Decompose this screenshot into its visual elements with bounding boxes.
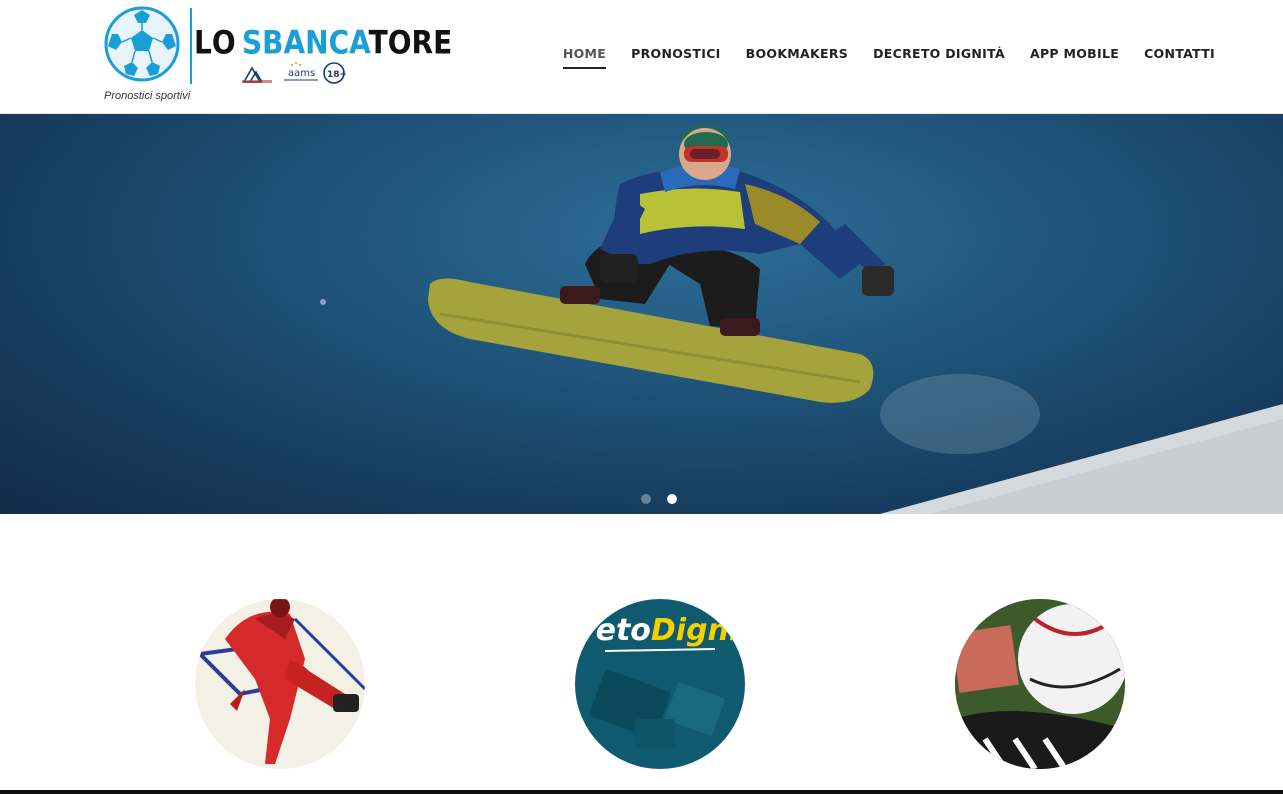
slider-dot-2[interactable] (667, 494, 677, 504)
logo-text-lo: LO (194, 23, 237, 62)
slider-pagination (641, 494, 677, 504)
logo-tagline: Pronostici sportivi (104, 90, 191, 102)
nav-bookmakers[interactable]: BOOKMAKERS (746, 46, 848, 69)
svg-text:aams: aams (288, 68, 315, 79)
slider-dot-1[interactable] (641, 494, 651, 504)
nav-home[interactable]: HOME (562, 46, 607, 69)
aams-badge-icon: aams (284, 62, 318, 81)
site-header: LO SBANCATORE aams 18+ Pronostici sporti… (0, 0, 1283, 114)
nav-pronostici[interactable]: PRONOSTICI (631, 46, 721, 69)
nav-decreto-dignita[interactable]: DECRETO DIGNITÀ (873, 46, 1005, 69)
logo-text-blue: SBANCA (242, 23, 369, 62)
logo-text-dark: TORE (368, 23, 453, 62)
snowboarder-illustration (320, 124, 1283, 514)
football-player-icon (195, 599, 365, 764)
nav-app-mobile[interactable]: APP MOBILE (1030, 46, 1119, 69)
feature-decreto-dignita-image[interactable]: retoDigni (575, 599, 745, 769)
adm-badge-icon (242, 66, 272, 83)
feature-bookmakers-image[interactable] (955, 599, 1125, 769)
feature-pronostici-image[interactable] (195, 599, 365, 769)
site-logo[interactable]: LO SBANCATORE aams 18+ Pronostici sporti… (104, 6, 452, 106)
desk-documents-icon (589, 648, 725, 749)
svg-text:18+: 18+ (327, 70, 347, 80)
hero-slider[interactable] (0, 114, 1283, 514)
features-section: retoDigni (0, 514, 1283, 790)
ball-money-icon (955, 599, 1125, 769)
main-nav: HOME PRONOSTICI BOOKMAKERS DECRETO DIGNI… (562, 46, 1215, 69)
logo-divider (190, 8, 192, 84)
bottom-border (0, 790, 1283, 794)
age-18-badge-icon: 18+ (323, 62, 347, 84)
certification-badges: aams 18+ (242, 62, 347, 84)
logo-text-sbancatore: SBANCATORE (242, 24, 452, 62)
nav-contatti[interactable]: CONTATTI (1144, 46, 1215, 69)
soccer-ball-icon (104, 6, 180, 82)
